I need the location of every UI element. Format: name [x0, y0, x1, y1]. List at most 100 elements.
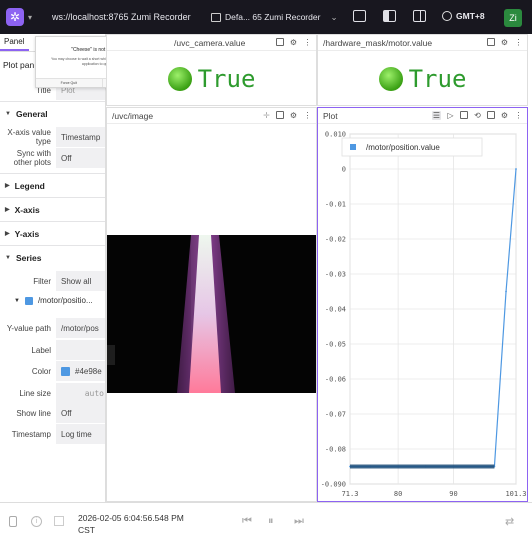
label-label: Label: [31, 345, 51, 355]
bookmark-icon[interactable]: [9, 516, 17, 527]
caret-right-icon: ▶: [5, 207, 10, 213]
user-avatar[interactable]: Zi: [504, 9, 522, 27]
more-icon[interactable]: ⋮: [514, 38, 523, 47]
timestamp-select[interactable]: Log time: [56, 424, 105, 444]
series-color-swatch: [24, 296, 33, 305]
xaxis-value-type-select[interactable]: Timestamp: [56, 127, 105, 147]
settings-icon[interactable]: ⚙: [289, 111, 298, 120]
camera-image[interactable]: [107, 235, 316, 393]
yvalue-path-row: Y-value path /motor/pos: [0, 318, 105, 338]
show-line-select[interactable]: Off: [56, 403, 105, 423]
series-item[interactable]: ▼ /motor/positio...: [0, 296, 105, 305]
color-label: Color: [31, 366, 51, 376]
color-swatch[interactable]: [61, 366, 70, 376]
globe-icon: [442, 11, 452, 21]
info-icon[interactable]: i: [31, 516, 42, 527]
fullscreen-icon[interactable]: [276, 111, 284, 119]
more-icon[interactable]: ⋮: [303, 111, 312, 120]
left-sidebar-toggle-icon[interactable]: [383, 10, 396, 22]
section-xaxis[interactable]: ▶ X-axis: [0, 197, 105, 221]
section-series[interactable]: ▼ Series: [0, 245, 105, 269]
indicator-value: True: [408, 64, 467, 93]
caret-down-icon: ▼: [5, 254, 11, 261]
timezone-selector[interactable]: GMT+8: [442, 11, 485, 21]
indicator-display: True: [318, 51, 527, 105]
yvalue-path-input[interactable]: /motor/pos: [56, 318, 105, 338]
panel-toolbar: ✛ ⚙ ⋮: [262, 111, 312, 120]
fullscreen-icon[interactable]: [276, 38, 284, 46]
link-icon[interactable]: ⟲: [473, 111, 482, 120]
settings-icon[interactable]: ⚙: [500, 111, 509, 120]
panel-toolbar: ⚙ ⋮: [276, 38, 312, 47]
sync-select[interactable]: Off: [56, 148, 105, 168]
status-dot-icon: [167, 66, 192, 91]
y-tick-label: -0.02: [325, 236, 346, 244]
fullscreen-icon[interactable]: [487, 38, 495, 46]
xaxis-value-type-label: X-axis value type: [7, 128, 51, 146]
yvalue-path-label: Y-value path: [6, 323, 51, 333]
filter-row: Filter Show all: [0, 271, 105, 291]
chevron-down-icon[interactable]: ▾: [28, 13, 32, 22]
filter-select[interactable]: Show all: [56, 271, 105, 291]
list-icon[interactable]: ☰: [432, 111, 441, 120]
timezone-label: GMT+8: [456, 11, 485, 21]
section-general-label: General: [15, 108, 48, 119]
section-legend[interactable]: ▶ Legend: [0, 173, 105, 197]
series-item-label: /motor/positio...: [37, 296, 93, 305]
xaxis-value-type-row: X-axis value type Timestamp: [0, 127, 105, 147]
y-tick-label: -0.01: [325, 201, 346, 209]
section-general[interactable]: ▼ General: [0, 101, 105, 125]
sync-label: Sync with other plots: [13, 149, 51, 167]
series-point: [505, 290, 507, 293]
settings-icon[interactable]: ⚙: [289, 38, 298, 47]
timestamp-date: 2026-02-05 6:04:56.548 PM: [78, 513, 184, 523]
layout-icon: [211, 12, 221, 22]
section-yaxis-label: Y-axis: [14, 228, 40, 239]
panel-toolbar: ☰ ▷ ⟲ ⚙ ⋮: [432, 111, 523, 120]
timestamp-row: Timestamp Log time: [0, 424, 105, 444]
section-legend-label: Legend: [14, 180, 45, 191]
plot-chart[interactable]: 0.010 0 -0.01 -0.02 -0.03 -0.04 -0.05 -0.06 -0.0…: [318, 124, 528, 502]
more-icon[interactable]: ⋮: [303, 38, 312, 47]
loop-icon[interactable]: ⇄: [505, 515, 514, 528]
x-tick-label: 71.3: [342, 490, 359, 498]
panel-settings-sidebar: Panel Plot pan Title Plot ▼ General X-axi…: [0, 34, 106, 502]
crosshair-icon[interactable]: ✛: [262, 111, 271, 120]
settings-icon[interactable]: ⚙: [500, 38, 509, 47]
section-xaxis-label: X-axis: [14, 204, 40, 215]
y-tick-label: -0.03: [325, 271, 346, 279]
indicator-panel-camera: /uvc_camera.value ⚙ ⋮ True: [106, 34, 317, 106]
more-icon[interactable]: ⋮: [514, 111, 523, 120]
color-value: #4e98e: [75, 366, 102, 376]
color-row: Color #4e98e: [0, 361, 105, 381]
fullscreen-icon[interactable]: [487, 111, 495, 119]
color-input[interactable]: #4e98e: [56, 361, 105, 381]
layout-selector[interactable]: Defa... 65 Zumi Recorder ⌄: [211, 0, 338, 34]
seek-forward-icon[interactable]: ⏭: [294, 515, 304, 528]
window-icon[interactable]: [54, 516, 64, 526]
download-icon[interactable]: [460, 111, 468, 119]
indicator-panel-motor-mask: /hardware_mask/motor.value ⚙ ⋮ True: [317, 34, 528, 106]
indicator-display: True: [107, 51, 316, 105]
seek-backward-icon[interactable]: ⏮: [242, 515, 252, 528]
add-panel-icon[interactable]: [353, 10, 366, 22]
x-tick-label: 90: [449, 490, 457, 498]
timestamp-timezone: CST: [78, 525, 95, 535]
label-input[interactable]: [56, 340, 105, 360]
right-sidebar-toggle-icon[interactable]: [413, 10, 426, 22]
line-size-input[interactable]: auto: [56, 383, 105, 403]
play-icon[interactable]: ▷: [446, 111, 455, 120]
pause-icon[interactable]: ⏸: [268, 515, 274, 528]
section-yaxis[interactable]: ▶ Y-axis: [0, 221, 105, 245]
panel-toolbar: ⚙ ⋮: [487, 38, 523, 47]
connection-source[interactable]: ws://localhost:8765 Zumi Recorder: [52, 12, 191, 22]
x-tick-label: 80: [394, 490, 402, 498]
panel-topic: /uvc/image: [112, 110, 154, 121]
series-noise-band: [350, 464, 495, 469]
current-timestamp[interactable]: 2026-02-05 6:04:56.548 PM CST: [78, 512, 184, 536]
section-series-label: Series: [15, 252, 42, 263]
force-quit-button[interactable]: Force Quit: [36, 79, 102, 87]
y-tick-label: -0.08: [325, 446, 346, 454]
tab-panel[interactable]: Panel: [0, 37, 30, 51]
app-logo-icon[interactable]: ✲: [6, 8, 24, 26]
